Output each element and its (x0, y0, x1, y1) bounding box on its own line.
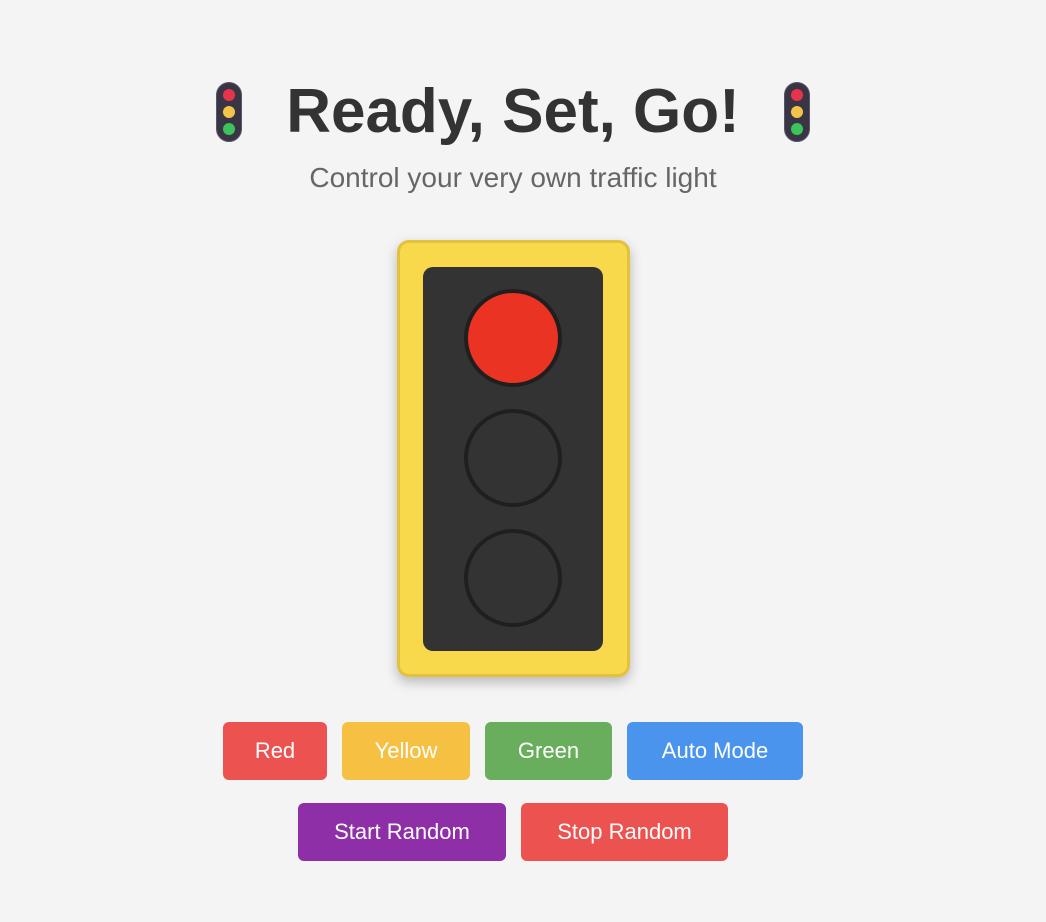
red-bulb-icon (223, 89, 236, 102)
traffic-light-face (423, 267, 603, 651)
green-bulb-icon (223, 122, 236, 135)
page: Ready, Set, Go! Control your very own tr… (0, 0, 1046, 922)
page-title: Ready, Set, Go! (286, 77, 740, 146)
page-subtitle: Control your very own traffic light (309, 162, 717, 193)
red-lamp (464, 289, 562, 387)
title-row: Ready, Set, Go! (0, 78, 1026, 146)
yellow-bulb-icon (223, 105, 236, 118)
traffic-light-icon (783, 82, 810, 142)
green-bulb-icon (790, 122, 803, 135)
traffic-light-icon (216, 82, 243, 142)
auto-mode-button[interactable]: Auto Mode (627, 722, 803, 780)
stop-random-button[interactable]: Stop Random (521, 803, 728, 861)
yellow-bulb-icon (790, 105, 803, 118)
start-random-button[interactable]: Start Random (298, 803, 506, 861)
red-bulb-icon (790, 89, 803, 102)
red-button[interactable]: Red (223, 722, 327, 780)
yellow-button[interactable]: Yellow (342, 722, 470, 780)
green-button[interactable]: Green (485, 722, 612, 780)
yellow-lamp (464, 409, 562, 507)
green-lamp (464, 529, 562, 627)
traffic-light-housing (397, 240, 630, 677)
